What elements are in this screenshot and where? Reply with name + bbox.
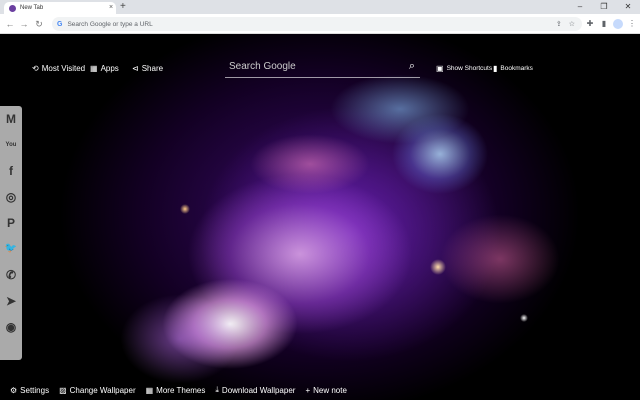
wallpaper-sparkle	[180, 204, 190, 214]
menu-icon[interactable]: ⋮	[626, 18, 638, 30]
omnibox[interactable]: G Search Google or type a URL ⇪ ☆	[52, 17, 582, 31]
bookmarks-link[interactable]: ▮ Bookmarks	[493, 64, 533, 73]
bookmark-star-icon[interactable]: ☆	[569, 20, 575, 28]
search-box[interactable]: Search Google ⌕	[225, 56, 420, 78]
wallpaper-glow	[120, 294, 240, 384]
tab-title: New Tab	[20, 5, 44, 11]
download-icon: ⤓	[215, 385, 219, 394]
bottom-bar: ⚙ Settings ▨ Change Wallpaper ▦ More The…	[0, 380, 640, 400]
extensions-icon[interactable]: ✚	[584, 18, 596, 30]
gear-icon: ⚙	[10, 385, 18, 395]
back-icon[interactable]: ←	[4, 17, 16, 31]
most-visited-link[interactable]: ⟲ Most Visited	[32, 64, 85, 73]
sidepanel-icon[interactable]: ▮	[598, 18, 610, 30]
share-link[interactable]: ⊲ Share	[132, 64, 163, 73]
more-themes-label: More Themes	[156, 385, 206, 395]
show-shortcuts-label: Show Shortcuts	[446, 65, 493, 72]
download-wallpaper-label: Download Wallpaper	[221, 385, 296, 395]
maximize-button[interactable]: ❐	[592, 0, 616, 14]
social-sidebar: M You f ◎ P 🐦 ✆ ➤ ◉	[0, 106, 22, 360]
forward-icon[interactable]: →	[18, 17, 30, 31]
image-icon: ▨	[59, 385, 67, 395]
wallpaper-glow	[250, 134, 370, 194]
pinterest-icon[interactable]: P	[2, 214, 20, 232]
most-visited-label: Most Visited	[41, 64, 86, 73]
settings-button[interactable]: ⚙ Settings	[10, 386, 49, 395]
wallpaper-glow	[440, 214, 560, 304]
share-icon: ⊲	[132, 64, 139, 73]
history-icon: ⟲	[32, 64, 39, 73]
new-tab-button[interactable]: +	[120, 1, 126, 13]
whatsapp-icon[interactable]: ✆	[2, 266, 20, 284]
google-g-icon: G	[57, 20, 63, 28]
tab-favicon-icon	[9, 4, 16, 12]
reddit-icon[interactable]: ◉	[2, 318, 20, 336]
telegram-icon[interactable]: ➤	[2, 292, 20, 310]
profile-avatar[interactable]	[613, 19, 623, 29]
wallpaper-sparkle	[430, 259, 446, 275]
shortcuts-icon: ▣	[436, 64, 444, 73]
bookmark-icon: ▮	[493, 64, 498, 73]
change-wallpaper-button[interactable]: ▨ Change Wallpaper	[59, 386, 136, 395]
tab-strip: New Tab × + – ❐ ✕	[0, 0, 640, 14]
wallpaper-sparkle	[520, 314, 528, 322]
apps-label: Apps	[100, 64, 119, 73]
twitter-icon[interactable]: 🐦	[2, 240, 20, 258]
share-label: Share	[141, 64, 164, 73]
share-page-icon[interactable]: ⇪	[556, 20, 562, 28]
minimize-button[interactable]: –	[568, 0, 592, 14]
themes-grid-icon: ▦	[145, 385, 154, 395]
plus-icon: +	[305, 385, 311, 395]
youtube-icon[interactable]: You	[2, 136, 20, 154]
search-input[interactable]: Search Google	[225, 61, 404, 72]
new-note-button[interactable]: + New note	[305, 386, 346, 395]
tab-new-tab[interactable]: New Tab ×	[4, 2, 116, 14]
facebook-icon[interactable]: f	[2, 162, 20, 180]
gmail-icon[interactable]: M	[2, 110, 20, 128]
close-window-button[interactable]: ✕	[616, 0, 640, 14]
show-shortcuts-link[interactable]: ▣ Show Shortcuts	[436, 64, 492, 73]
settings-label: Settings	[20, 385, 50, 395]
search-icon[interactable]: ⌕	[404, 60, 420, 73]
download-wallpaper-button[interactable]: ⤓ Download Wallpaper	[215, 385, 295, 395]
apps-link[interactable]: ▦ Apps	[90, 64, 119, 73]
tab-close-icon[interactable]: ×	[106, 2, 116, 14]
reload-icon[interactable]: ↻	[33, 17, 45, 31]
change-wallpaper-label: Change Wallpaper	[69, 385, 136, 395]
more-themes-button[interactable]: ▦ More Themes	[146, 386, 206, 395]
apps-grid-icon: ▦	[90, 64, 98, 73]
new-note-label: New note	[313, 385, 347, 395]
instagram-icon[interactable]: ◎	[2, 188, 20, 206]
omnibox-input[interactable]: Search Google or type a URL	[67, 21, 555, 28]
wallpaper: ⟲ Most Visited ▦ Apps ⊲ Share Search Goo…	[0, 34, 640, 400]
browser-toolbar: ← → ↻ G Search Google or type a URL ⇪ ☆ …	[0, 14, 640, 34]
wallpaper-glow	[330, 74, 470, 144]
bookmarks-label: Bookmarks	[500, 65, 533, 72]
